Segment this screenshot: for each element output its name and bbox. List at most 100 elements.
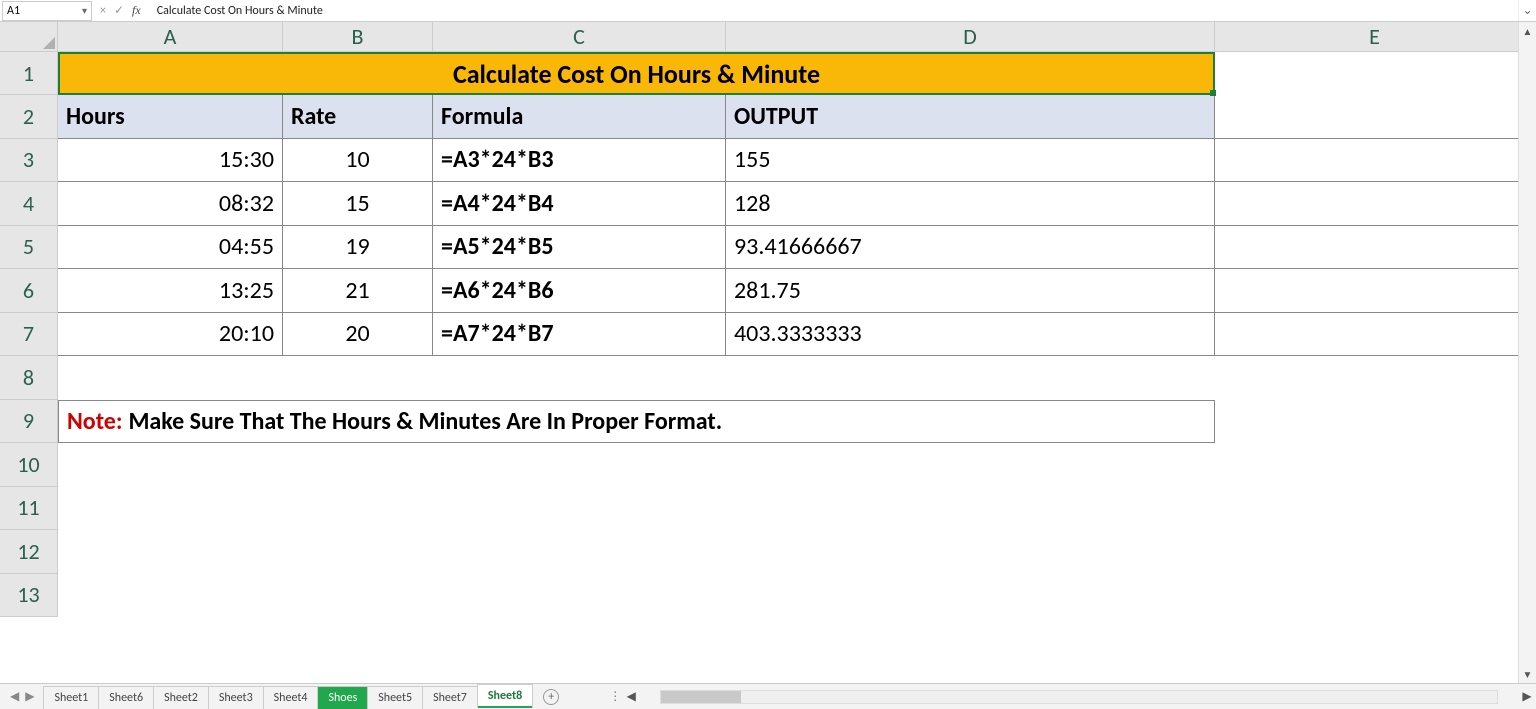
- hscroll-right-icon[interactable]: ▶: [1518, 689, 1536, 704]
- insert-function-icon[interactable]: fx: [132, 3, 141, 18]
- cell-B8[interactable]: [283, 356, 433, 400]
- cell-D12[interactable]: [726, 530, 1215, 574]
- row-header-5[interactable]: 5: [0, 226, 58, 270]
- cell-E5[interactable]: [1215, 226, 1535, 270]
- cell-D7[interactable]: 403.3333333: [726, 313, 1215, 357]
- formula-bar-content[interactable]: Calculate Cost On Hours & Minute: [149, 4, 1518, 18]
- cell-D6[interactable]: 281.75: [726, 269, 1215, 313]
- cell-E9[interactable]: [1215, 400, 1535, 444]
- row-header-1[interactable]: 1: [0, 52, 58, 95]
- row-header-8[interactable]: 8: [0, 356, 58, 400]
- tabs-nav-next-icon[interactable]: ▶: [25, 689, 34, 704]
- cell-C7[interactable]: =A7*24*B7: [433, 313, 726, 357]
- sheet-tab-sheet8[interactable]: Sheet8: [477, 684, 533, 709]
- sheet-tab-sheet3[interactable]: Sheet3: [208, 686, 264, 709]
- cell-E13[interactable]: [1215, 574, 1535, 618]
- row-header-9[interactable]: 9: [0, 400, 58, 444]
- col-header-C[interactable]: C: [433, 22, 726, 51]
- cell-A7[interactable]: 20:10: [58, 313, 283, 357]
- cell-B10[interactable]: [283, 443, 433, 487]
- cell-D11[interactable]: [726, 487, 1215, 531]
- row-header-13[interactable]: 13: [0, 574, 58, 618]
- enter-formula-icon[interactable]: ✓: [114, 3, 124, 18]
- row-header-2[interactable]: 2: [0, 95, 58, 139]
- cell-A5[interactable]: 04:55: [58, 226, 283, 270]
- vertical-scrollbar[interactable]: ▲ ▼: [1518, 22, 1536, 683]
- cell-D13[interactable]: [726, 574, 1215, 618]
- col-header-B[interactable]: B: [283, 22, 433, 51]
- cell-C3[interactable]: =A3*24*B3: [433, 139, 726, 183]
- cell-B11[interactable]: [283, 487, 433, 531]
- add-sheet-button[interactable]: +: [533, 684, 569, 709]
- cell-E3[interactable]: [1215, 139, 1535, 183]
- cell-A3[interactable]: 15:30: [58, 139, 283, 183]
- cell-A8[interactable]: [58, 356, 283, 400]
- cell-E2[interactable]: [1215, 95, 1535, 139]
- select-all-corner[interactable]: [0, 22, 58, 51]
- sheet-tab-sheet5[interactable]: Sheet5: [367, 686, 423, 709]
- scroll-up-icon[interactable]: ▲: [1519, 22, 1536, 40]
- cell-B7[interactable]: 20: [283, 313, 433, 357]
- cell-E11[interactable]: [1215, 487, 1535, 531]
- cell-E1[interactable]: [1215, 52, 1535, 95]
- cell-C12[interactable]: [433, 530, 726, 574]
- cell-E7[interactable]: [1215, 313, 1535, 357]
- cell-C6[interactable]: =A6*24*B6: [433, 269, 726, 313]
- note-cell[interactable]: Note: Make Sure That The Hours & Minutes…: [58, 400, 1215, 444]
- cell-B12[interactable]: [283, 530, 433, 574]
- sheet-tab-sheet1[interactable]: Sheet1: [43, 686, 99, 709]
- cell-C5[interactable]: =A5*24*B5: [433, 226, 726, 270]
- tab-split-handle-icon[interactable]: ⋮: [609, 689, 622, 704]
- cell-A4[interactable]: 08:32: [58, 182, 283, 226]
- cell-A6[interactable]: 13:25: [58, 269, 283, 313]
- name-box[interactable]: A1 ▾: [2, 1, 92, 21]
- col-header-D[interactable]: D: [726, 22, 1215, 51]
- cell-A13[interactable]: [58, 574, 283, 618]
- row-header-6[interactable]: 6: [0, 269, 58, 313]
- cell-B6[interactable]: 21: [283, 269, 433, 313]
- cell-E4[interactable]: [1215, 182, 1535, 226]
- cell-B4[interactable]: 15: [283, 182, 433, 226]
- cell-E12[interactable]: [1215, 530, 1535, 574]
- col-header-A[interactable]: A: [58, 22, 283, 51]
- cell-E8[interactable]: [1215, 356, 1535, 400]
- cell-A12[interactable]: [58, 530, 283, 574]
- row-header-11[interactable]: 11: [0, 487, 58, 531]
- hscroll-thumb[interactable]: [661, 691, 741, 703]
- row-header-12[interactable]: 12: [0, 530, 58, 574]
- sheet-tab-shoes[interactable]: Shoes: [317, 686, 368, 709]
- row-header-4[interactable]: 4: [0, 182, 58, 226]
- cell-C4[interactable]: =A4*24*B4: [433, 182, 726, 226]
- sheet-tab-sheet6[interactable]: Sheet6: [98, 686, 154, 709]
- cancel-formula-icon[interactable]: ×: [100, 4, 106, 18]
- cell-C8[interactable]: [433, 356, 726, 400]
- header-output[interactable]: OUTPUT: [726, 95, 1215, 139]
- cell-D4[interactable]: 128: [726, 182, 1215, 226]
- cell-A10[interactable]: [58, 443, 283, 487]
- sheet-tab-sheet2[interactable]: Sheet2: [153, 686, 209, 709]
- cell-C11[interactable]: [433, 487, 726, 531]
- header-rate[interactable]: Rate: [283, 95, 433, 139]
- sheet-tab-sheet7[interactable]: Sheet7: [422, 686, 478, 709]
- hscroll-track[interactable]: [660, 690, 1498, 704]
- cell-D5[interactable]: 93.41666667: [726, 226, 1215, 270]
- cell-C10[interactable]: [433, 443, 726, 487]
- header-hours[interactable]: Hours: [58, 95, 283, 139]
- scroll-down-icon[interactable]: ▼: [1519, 665, 1536, 683]
- tabs-nav-prev-icon[interactable]: ◀: [10, 689, 19, 704]
- row-header-10[interactable]: 10: [0, 443, 58, 487]
- formula-bar-expand-icon[interactable]: ⌄: [1518, 0, 1536, 21]
- cell-E6[interactable]: [1215, 269, 1535, 313]
- title-cell[interactable]: Calculate Cost On Hours & Minute: [58, 52, 1215, 95]
- col-header-E[interactable]: E: [1215, 22, 1535, 51]
- cell-A11[interactable]: [58, 487, 283, 531]
- cell-B3[interactable]: 10: [283, 139, 433, 183]
- cell-E10[interactable]: [1215, 443, 1535, 487]
- cell-D10[interactable]: [726, 443, 1215, 487]
- row-header-7[interactable]: 7: [0, 313, 58, 357]
- hscroll-left-icon[interactable]: ◀: [622, 689, 640, 704]
- cell-D8[interactable]: [726, 356, 1215, 400]
- name-box-dropdown-icon[interactable]: ▾: [82, 4, 87, 17]
- sheet-tab-sheet4[interactable]: Sheet4: [263, 686, 319, 709]
- header-formula[interactable]: Formula: [433, 95, 726, 139]
